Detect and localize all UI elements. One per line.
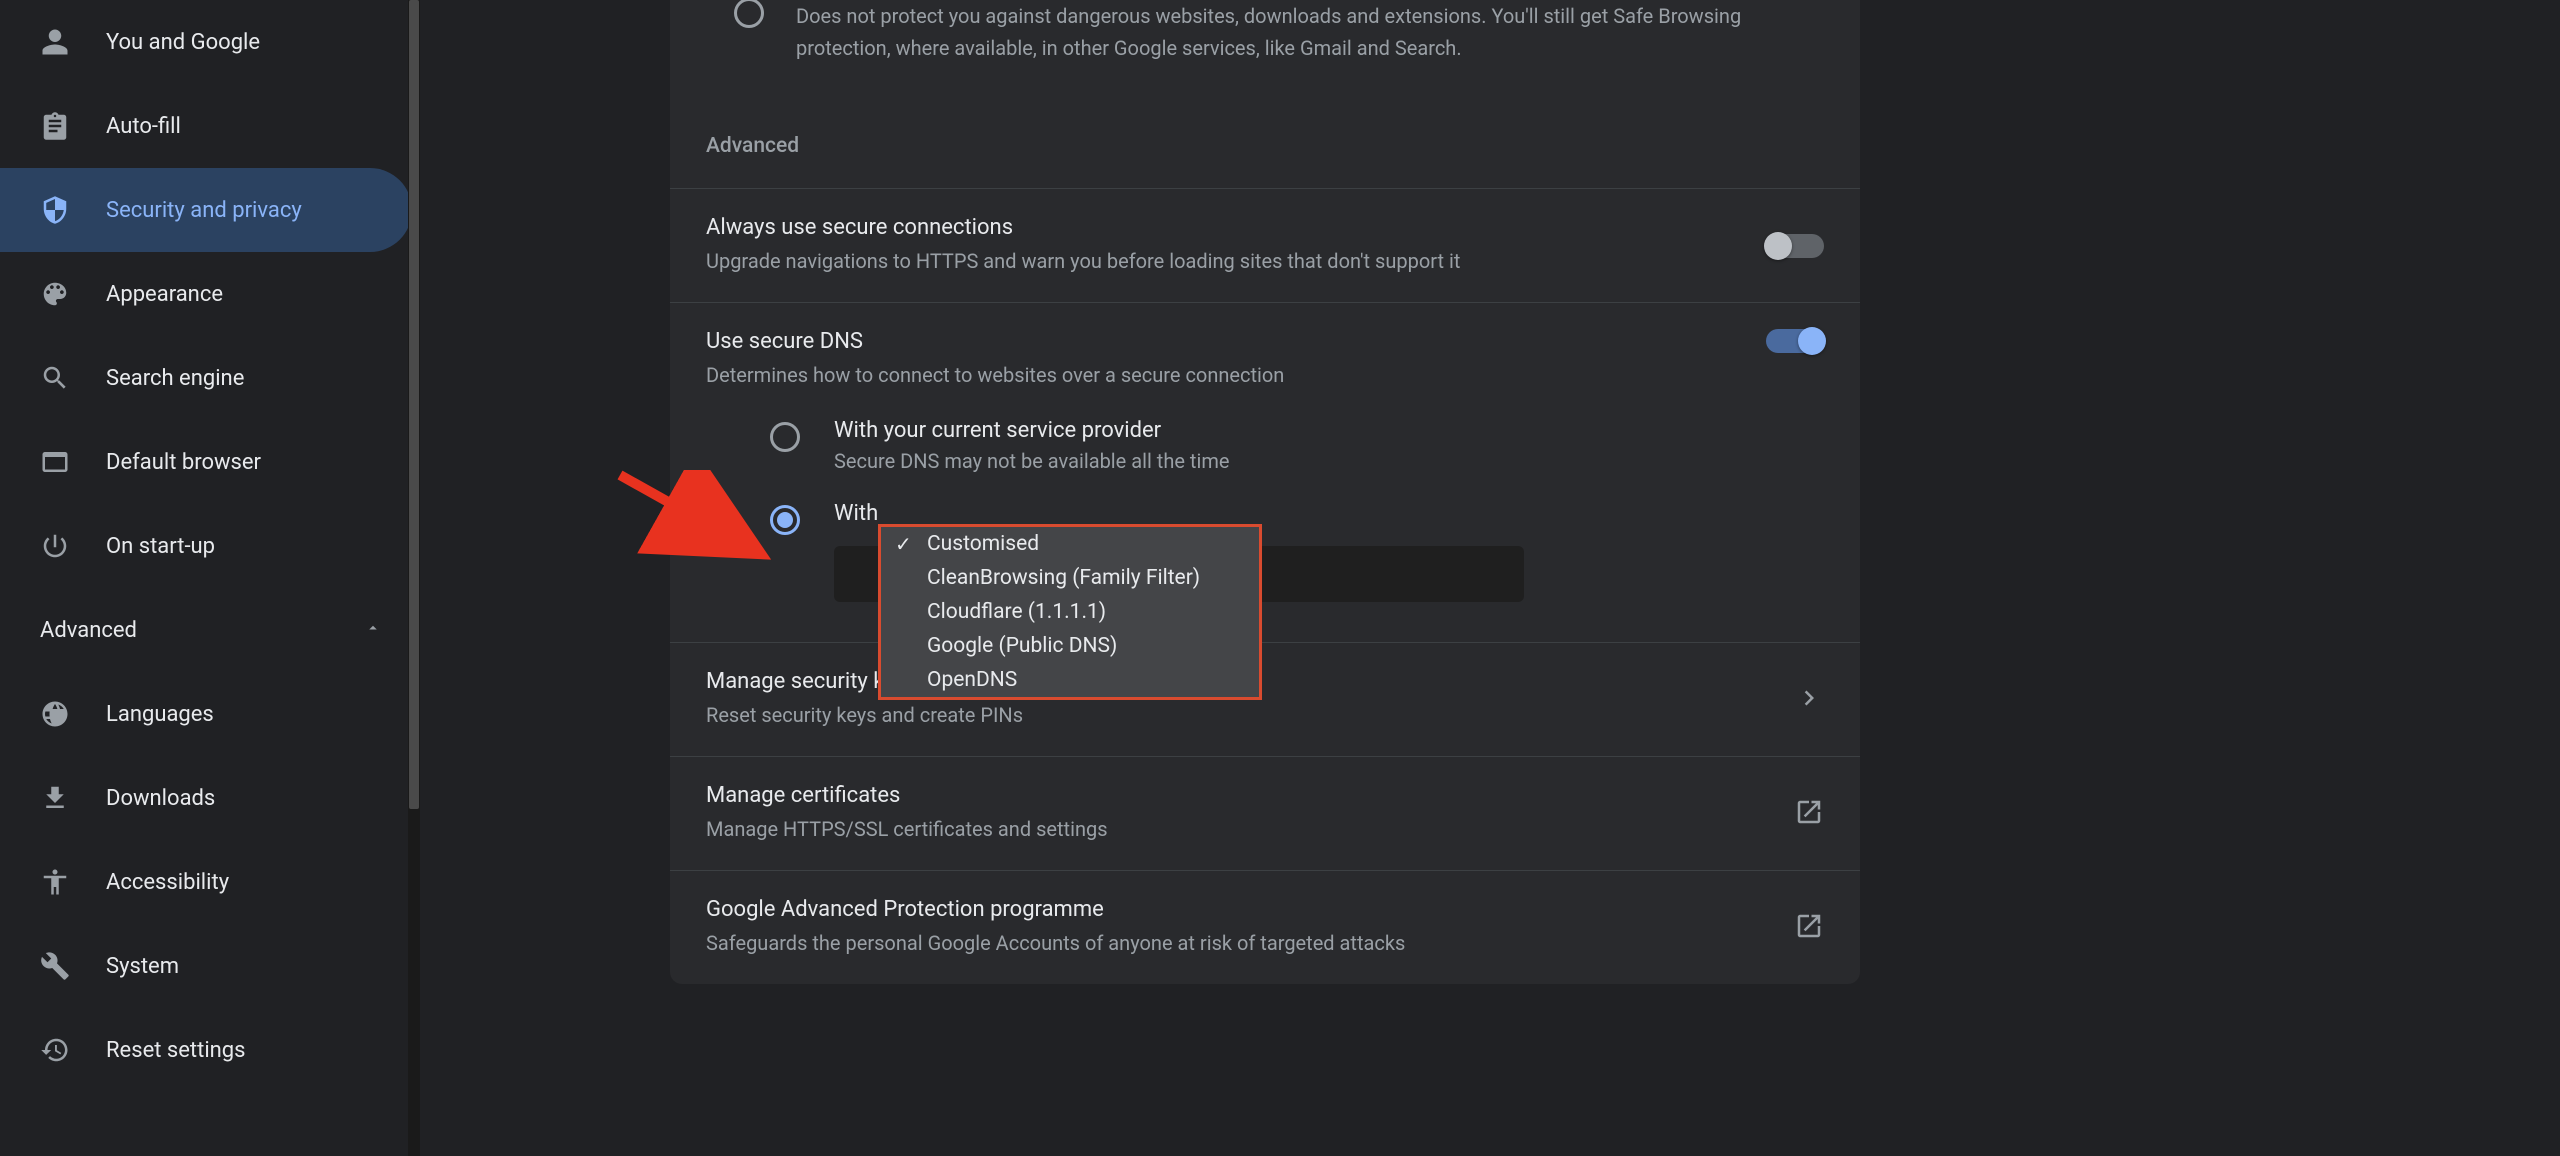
radio-button[interactable] bbox=[770, 422, 800, 452]
settings-sidebar: You and Google Auto-fill Security and pr… bbox=[0, 0, 420, 1156]
sidebar-label: On start-up bbox=[106, 534, 215, 559]
sidebar-label: Accessibility bbox=[106, 870, 229, 895]
wrench-icon bbox=[40, 951, 70, 981]
sidebar-label: Downloads bbox=[106, 786, 215, 811]
download-icon bbox=[40, 783, 70, 813]
radio-subtitle: Secure DNS may not be available all the … bbox=[834, 449, 1229, 473]
sidebar-item-autofill[interactable]: Auto-fill bbox=[0, 84, 412, 168]
sidebar-item-downloads[interactable]: Downloads bbox=[0, 756, 412, 840]
window-icon bbox=[40, 447, 70, 477]
secure-dns-block: Use secure DNS Determines how to connect… bbox=[670, 302, 1860, 642]
always-secure-connections-row: Always use secure connections Upgrade na… bbox=[670, 188, 1860, 302]
advanced-protection-row[interactable]: Google Advanced Protection programme Saf… bbox=[670, 870, 1860, 984]
settings-card: Does not protect you against dangerous w… bbox=[670, 0, 1860, 984]
sidebar-label: Security and privacy bbox=[106, 198, 302, 223]
shield-icon bbox=[40, 195, 70, 225]
sidebar-label: You and Google bbox=[106, 30, 260, 55]
secure-connections-toggle[interactable] bbox=[1766, 234, 1824, 258]
chevron-right-icon bbox=[1794, 683, 1824, 717]
advanced-label: Advanced bbox=[40, 618, 137, 643]
sidebar-label: System bbox=[106, 954, 179, 979]
chevron-up-icon bbox=[364, 618, 382, 643]
sidebar-advanced-toggle[interactable]: Advanced bbox=[0, 588, 418, 672]
clipboard-icon bbox=[40, 111, 70, 141]
setting-title: Use secure DNS bbox=[706, 329, 1284, 354]
sidebar-item-appearance[interactable]: Appearance bbox=[0, 252, 412, 336]
manage-certificates-row[interactable]: Manage certificates Manage HTTPS/SSL cer… bbox=[670, 756, 1860, 870]
dropdown-option-cloudflare[interactable]: Cloudflare (1.1.1.1) bbox=[881, 595, 1259, 629]
open-external-icon bbox=[1794, 911, 1824, 945]
dns-option-current-provider[interactable]: With your current service provider Secur… bbox=[706, 418, 1824, 473]
dropdown-option-google[interactable]: Google (Public DNS) bbox=[881, 629, 1259, 663]
accessibility-icon bbox=[40, 867, 70, 897]
dns-provider-dropdown[interactable]: Customised CleanBrowsing (Family Filter)… bbox=[878, 524, 1262, 700]
setting-subtitle: Determines how to connect to websites ov… bbox=[706, 360, 1284, 390]
restore-icon bbox=[40, 1035, 70, 1065]
sidebar-item-security[interactable]: Security and privacy bbox=[0, 168, 412, 252]
sidebar-item-you-and-google[interactable]: You and Google bbox=[0, 0, 412, 84]
person-icon bbox=[40, 27, 70, 57]
sidebar-item-languages[interactable]: Languages bbox=[0, 672, 412, 756]
advanced-section-header: Advanced bbox=[670, 94, 1860, 188]
sidebar-label: Auto-fill bbox=[106, 114, 181, 139]
setting-title: Always use secure connections bbox=[706, 215, 1460, 240]
link-subtitle: Manage HTTPS/SSL certificates and settin… bbox=[706, 814, 1108, 844]
sidebar-item-system[interactable]: System bbox=[0, 924, 412, 1008]
dropdown-option-customised[interactable]: Customised bbox=[881, 527, 1259, 561]
globe-icon bbox=[40, 699, 70, 729]
palette-icon bbox=[40, 279, 70, 309]
radio-button[interactable] bbox=[770, 505, 800, 535]
open-external-icon bbox=[1794, 797, 1824, 831]
radio-title: With your current service provider bbox=[834, 418, 1229, 443]
scrollbar-thumb[interactable] bbox=[409, 0, 419, 809]
dropdown-option-opendns[interactable]: OpenDNS bbox=[881, 663, 1259, 697]
sidebar-label: Appearance bbox=[106, 282, 223, 307]
secure-dns-toggle[interactable] bbox=[1766, 329, 1824, 353]
sidebar-label: Default browser bbox=[106, 450, 261, 475]
sidebar-scroll[interactable]: You and Google Auto-fill Security and pr… bbox=[0, 0, 418, 1156]
power-icon bbox=[40, 531, 70, 561]
sidebar-item-default-browser[interactable]: Default browser bbox=[0, 420, 412, 504]
dns-option-with-custom[interactable]: With bbox=[706, 501, 1824, 526]
no-protection-description: Does not protect you against dangerous w… bbox=[670, 0, 1860, 94]
sidebar-label: Reset settings bbox=[106, 1038, 246, 1063]
sidebar-item-on-startup[interactable]: On start-up bbox=[0, 504, 412, 588]
sidebar-item-reset-settings[interactable]: Reset settings bbox=[0, 1008, 412, 1092]
dropdown-option-cleanbrowsing[interactable]: CleanBrowsing (Family Filter) bbox=[881, 561, 1259, 595]
sidebar-scrollbar[interactable] bbox=[408, 0, 420, 1156]
sidebar-item-search-engine[interactable]: Search engine bbox=[0, 336, 412, 420]
manage-security-keys-row[interactable]: Manage security keys Reset security keys… bbox=[670, 642, 1860, 756]
link-subtitle: Safeguards the personal Google Accounts … bbox=[706, 928, 1405, 958]
link-subtitle: Reset security keys and create PINs bbox=[706, 700, 1023, 730]
setting-subtitle: Upgrade navigations to HTTPS and warn yo… bbox=[706, 246, 1460, 276]
main-content: Does not protect you against dangerous w… bbox=[420, 0, 2560, 1156]
sidebar-label: Search engine bbox=[106, 366, 244, 391]
link-title: Manage certificates bbox=[706, 783, 1108, 808]
toggle-knob bbox=[1764, 232, 1792, 260]
toggle-knob bbox=[1798, 327, 1826, 355]
sidebar-item-accessibility[interactable]: Accessibility bbox=[0, 840, 412, 924]
search-icon bbox=[40, 363, 70, 393]
radio-title: With bbox=[834, 501, 878, 526]
sidebar-label: Languages bbox=[106, 702, 214, 727]
link-title: Google Advanced Protection programme bbox=[706, 897, 1405, 922]
